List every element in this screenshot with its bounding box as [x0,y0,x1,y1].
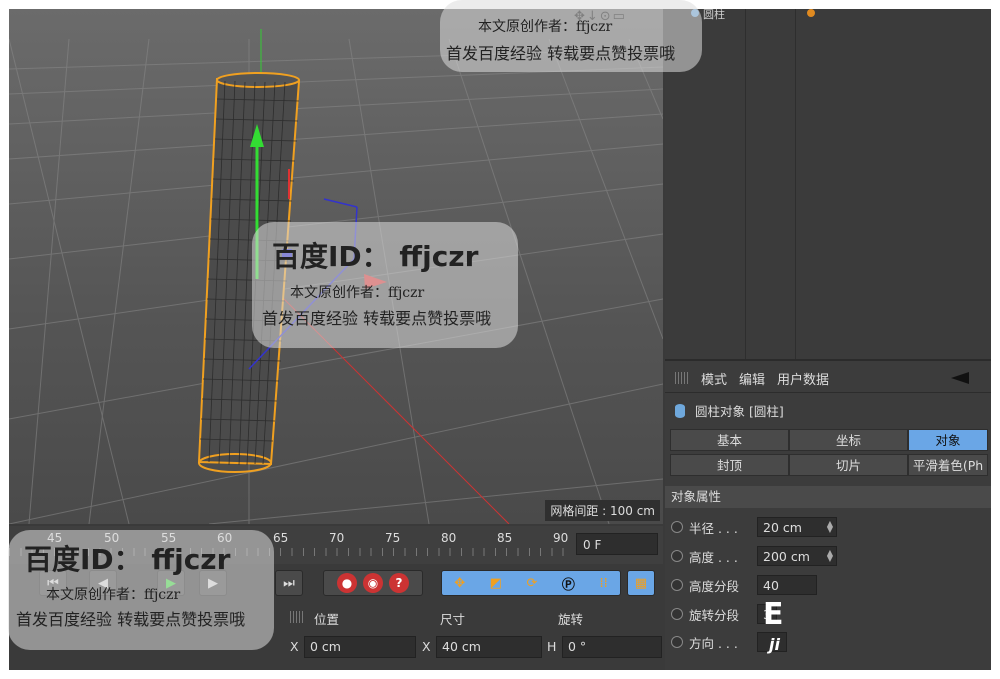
attribute-menu-bar: 模式 编辑 用户数据 [665,364,991,393]
tick-label: 90 [553,531,569,545]
prop-orientation: 方向 . . . [671,631,738,653]
radio-icon[interactable] [671,550,683,562]
tick-label: 65 [273,531,289,545]
auto-key-icon[interactable]: ◉ [363,573,383,593]
object-manager[interactable]: 圆柱 [665,9,991,361]
prop-radius: 半径 . . . [671,516,738,538]
watermark-notice: 首发百度经验 转载要点赞投票哦 [262,309,492,328]
watermark-author: 本文原创作者：ffjczr [290,285,425,301]
tab-coord[interactable]: 坐标 [789,429,908,451]
go-end-icon[interactable]: ⏭ [275,570,303,596]
section-object-properties: 对象属性 [665,486,991,508]
height-field[interactable]: 200 cm ▲ ▼ [757,546,837,566]
prop-label: 高度 . . . [689,549,738,565]
timeline-icon[interactable]: ▦ [627,570,655,596]
help-icon[interactable]: ? [389,573,409,593]
header-rotation: 旋转 [558,612,584,627]
radio-icon[interactable] [671,636,683,648]
tab-slice[interactable]: 切片 [789,454,908,476]
spinner-icon[interactable]: ▲ ▼ [827,549,833,563]
coord-header: 位置 尺寸 旋转 [286,606,663,628]
attribute-object-title: 圆柱对象 [圆柱] [675,401,784,420]
tab-basic[interactable]: 基本 [670,429,789,451]
menu-user-data[interactable]: 用户数据 [777,369,829,388]
prop-label: 旋转分段 [689,607,740,623]
pla-key-icon[interactable]: ⁞⁞ [599,576,607,591]
object-row-cylinder[interactable]: 圆柱 [703,9,725,22]
tab-caps[interactable]: 封顶 [670,454,789,476]
coordinate-manager: 位置 尺寸 旋转 X 0 cm X 40 cm H 0 ° [286,606,663,670]
size-x-field[interactable]: 40 cm [436,636,542,658]
menu-edit[interactable]: 编辑 [739,369,765,388]
radius-field[interactable]: 20 cm ▲ ▼ [757,517,837,537]
tick-label: 85 [497,531,513,545]
height-value: 200 cm [763,549,810,564]
radio-icon[interactable] [671,521,683,533]
position-x-field[interactable]: 0 cm [304,636,416,658]
back-arrow-icon[interactable] [951,372,969,384]
object-manager-column [795,9,796,359]
radio-icon[interactable] [671,579,683,591]
param-key-icon[interactable]: Ⓟ [562,574,575,593]
tab-object[interactable]: 对象 [908,429,988,451]
watermark-id: 百度ID： ffjczr [272,240,479,273]
watermark-notice: 首发百度经验 转载要点赞投票哦 [16,610,246,629]
rotate-key-icon[interactable]: ⟳ [526,576,537,591]
record-group: ● ◉ ? [323,570,423,596]
prop-label: 高度分段 [689,578,740,594]
height-segments-field[interactable]: 40 [757,575,817,595]
axis-label: H [547,639,557,654]
radius-value: 20 cm [763,520,802,535]
watermark-notice: 首发百度经验 转载要点赞投票哦 [446,44,676,63]
header-size: 尺寸 [440,612,466,627]
prop-height: 高度 . . . [671,545,738,567]
cylinder-icon [675,403,685,418]
grid-spacing-label: 网格间距 : 100 cm [545,500,660,521]
grip-icon [675,372,689,384]
object-manager-column [745,9,746,359]
header-position: 位置 [314,612,340,627]
record-key-icon[interactable]: ● [337,573,357,593]
grip-icon [290,611,304,623]
right-panel: 圆柱 模式 编辑 用户数据 圆柱对象 [圆柱] 基本 坐标 对象 封顶 切片 平… [665,9,991,670]
radio-icon[interactable] [671,608,683,620]
tick-label: 70 [329,531,345,545]
rotation-h-field[interactable]: 0 ° [562,636,662,658]
tick-label: 80 [441,531,457,545]
current-frame-field[interactable]: 0 F [576,533,658,555]
tag-icon [807,9,815,17]
object-title-text: 圆柱对象 [圆柱] [695,404,784,419]
prop-label: 半径 . . . [689,520,738,536]
watermark-id: 百度ID： ffjczr [24,543,231,576]
axis-label: X [422,639,431,654]
tick-label: 75 [385,531,401,545]
tab-phong[interactable]: 平滑着色(Ph [908,454,988,476]
axis-label: X [290,639,299,654]
watermark-author: 本文原创作者：ffjczr [46,587,181,603]
scale-key-icon[interactable]: ◩ [490,576,502,591]
move-key-icon[interactable]: ✥ [454,576,465,591]
prop-height-segments: 高度分段 [671,574,739,596]
key-type-group: ✥ ◩ ⟳ Ⓟ ⁞⁞ [441,570,621,596]
watermark-logo-ji: ji [769,635,780,654]
prop-label: 方向 . . . [689,635,738,651]
watermark-author: 本文原创作者：ffjczr [478,19,613,35]
watermark-logo-e: E [763,597,784,632]
prop-rotation-segments: 旋转分段 [671,603,739,625]
spinner-icon[interactable]: ▲ ▼ [827,520,833,534]
menu-mode[interactable]: 模式 [701,369,727,388]
